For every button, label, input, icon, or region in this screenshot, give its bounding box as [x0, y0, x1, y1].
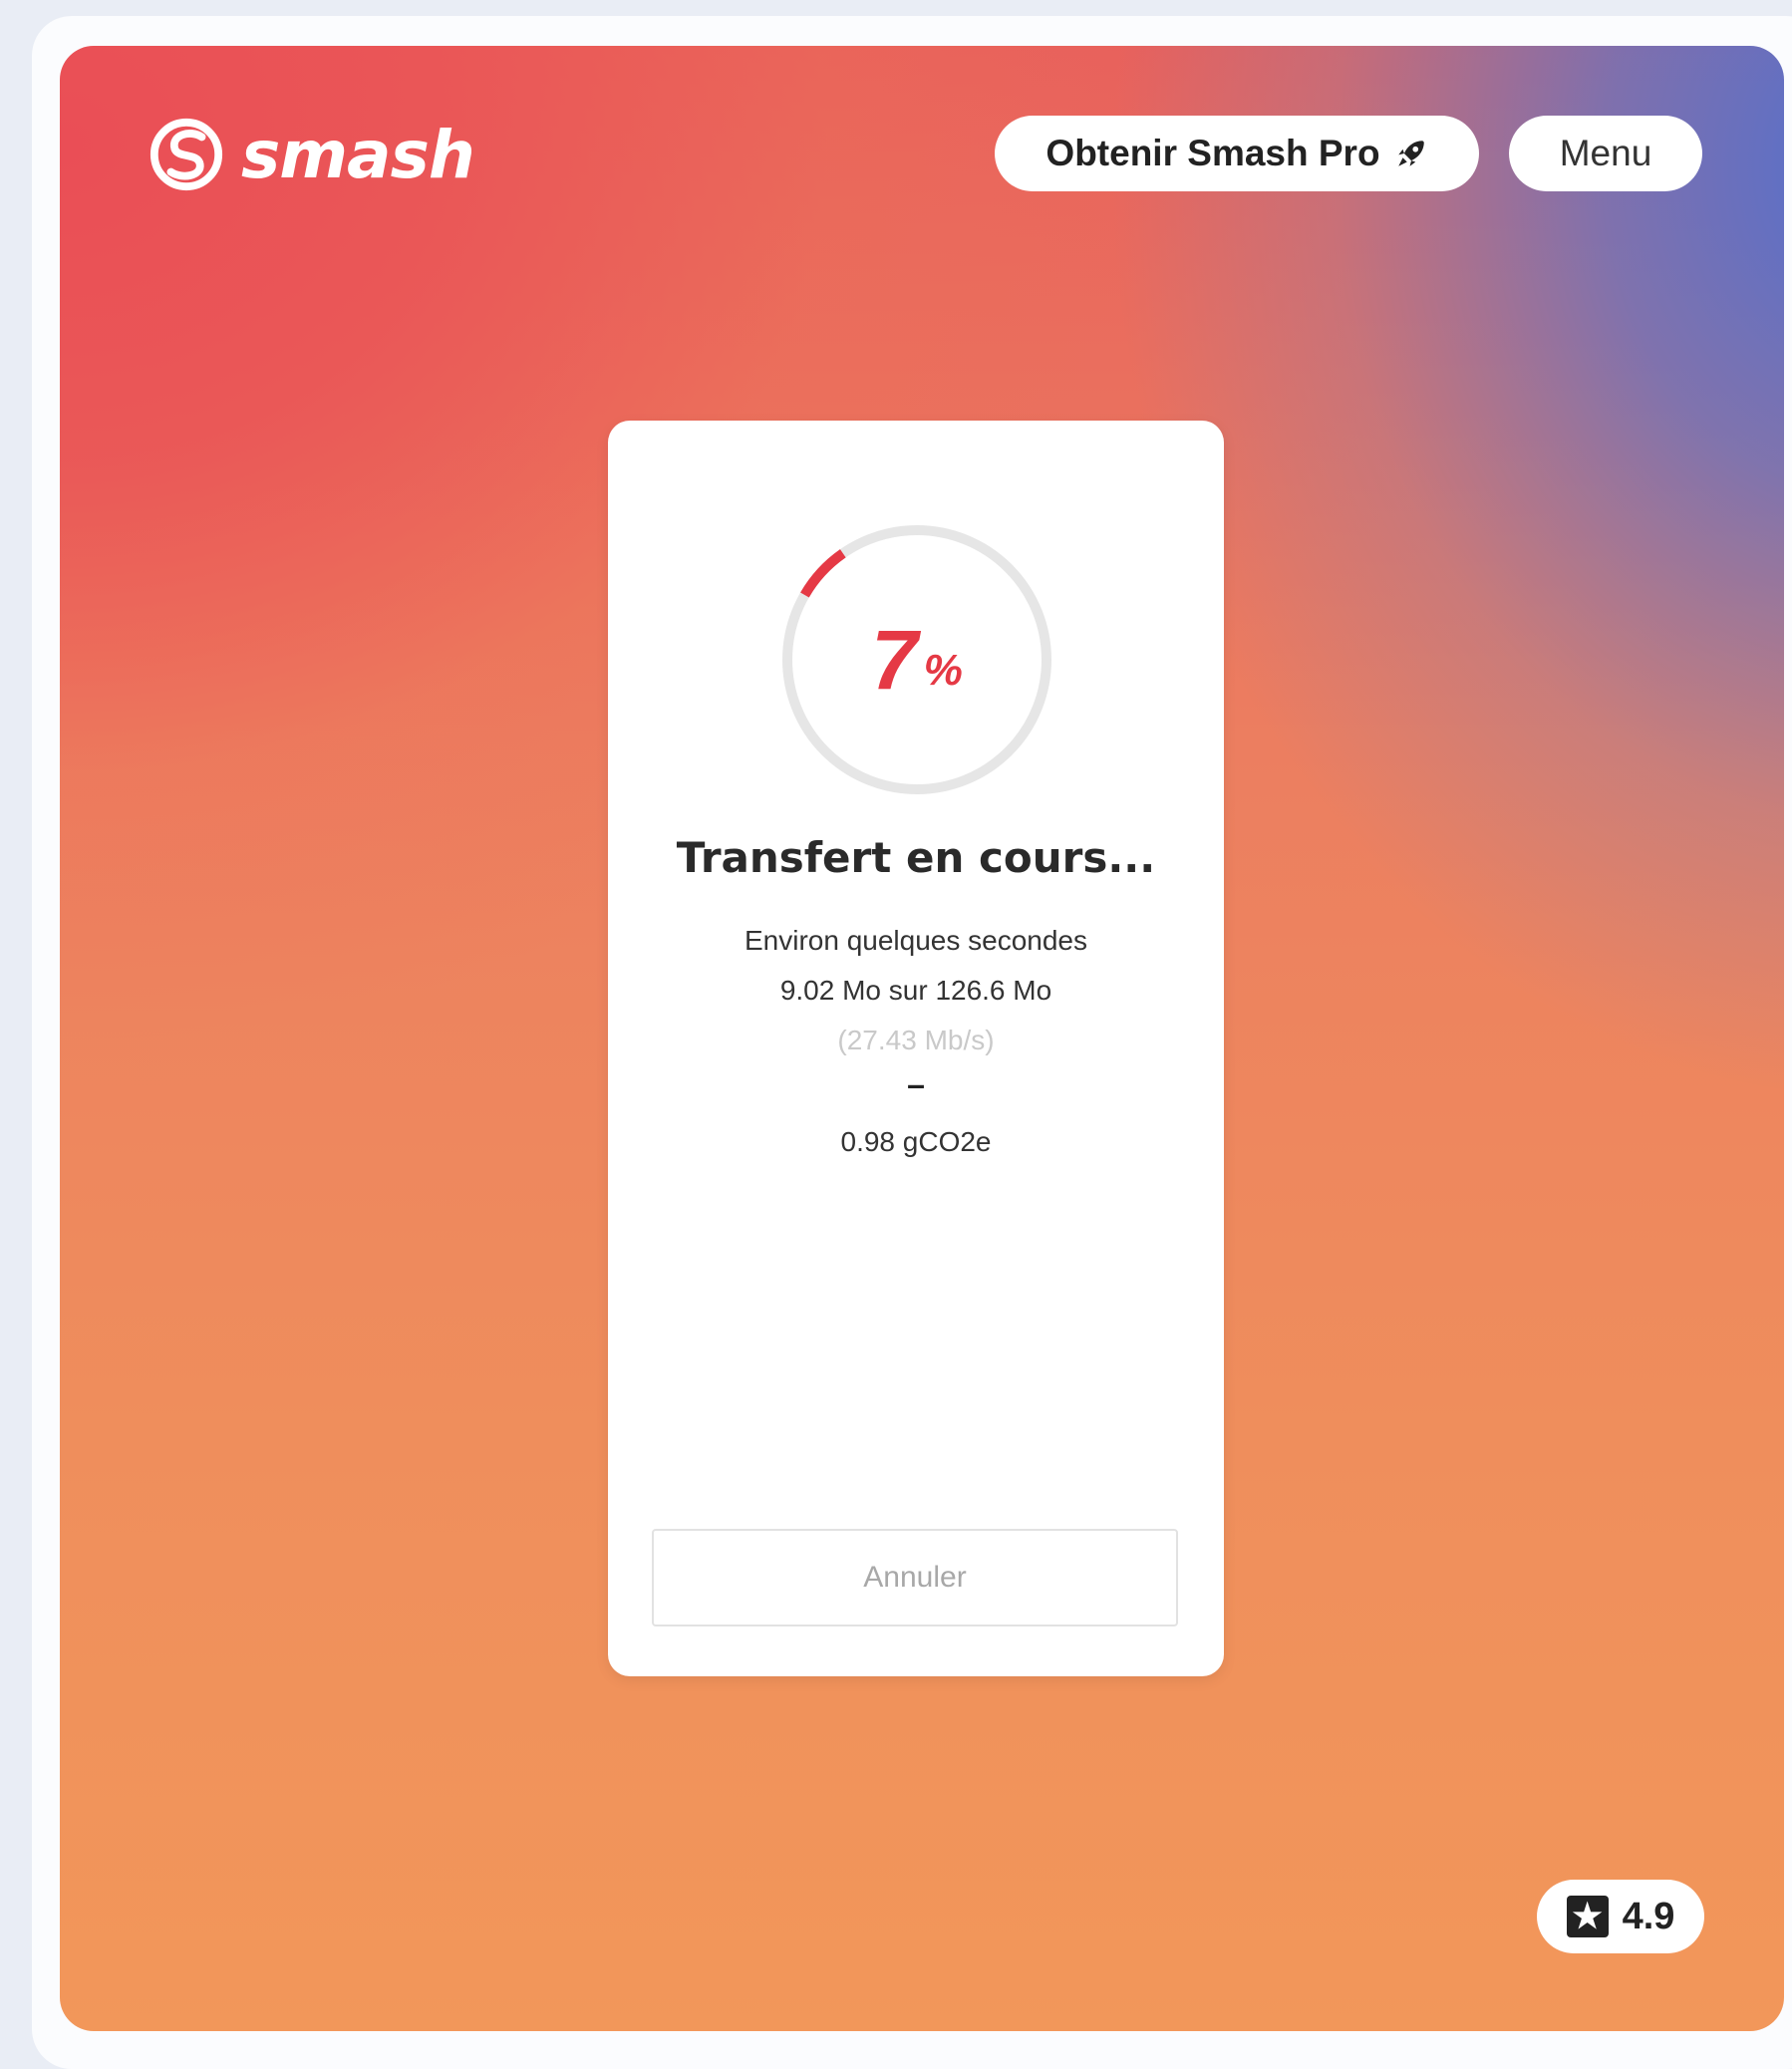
menu-button[interactable]: Menu [1509, 116, 1702, 191]
separator: – [907, 1066, 925, 1102]
cancel-button-label: Annuler [863, 1561, 967, 1594]
get-smash-pro-button[interactable]: Obtenir Smash Pro [995, 116, 1479, 191]
rocket-icon [1397, 141, 1424, 166]
transfer-size: 9.02 Mo sur 126.6 Mo [779, 975, 1052, 1006]
smash-logo-icon [149, 118, 223, 191]
app-background: smash Obtenir Smash Pro Menu 7 % Transfe… [60, 46, 1784, 2031]
carbon-footprint: 0.98 gCO2e [840, 1126, 992, 1157]
get-smash-pro-label: Obtenir Smash Pro [1045, 133, 1380, 173]
transfer-card: 7 % Transfert en cours... Environ quelqu… [608, 421, 1224, 1676]
star-icon: ★ [1566, 1896, 1609, 1937]
transfer-title: Transfert en cours... [676, 833, 1156, 882]
progress-percentage: 7 % [777, 520, 1056, 799]
brand-name: smash [241, 116, 475, 193]
transfer-speed: (27.43 Mb/s) [837, 1025, 995, 1055]
progress-unit: % [923, 646, 963, 695]
cancel-button[interactable]: Annuler [652, 1529, 1178, 1626]
transfer-eta: Environ quelques secondes [744, 925, 1087, 956]
rating-value: 4.9 [1622, 1895, 1675, 1937]
progress-value: 7 [871, 613, 918, 707]
menu-button-label: Menu [1559, 133, 1652, 173]
rating-badge[interactable]: ★ 4.9 [1537, 1880, 1704, 1953]
smash-logo[interactable]: smash [148, 110, 475, 199]
